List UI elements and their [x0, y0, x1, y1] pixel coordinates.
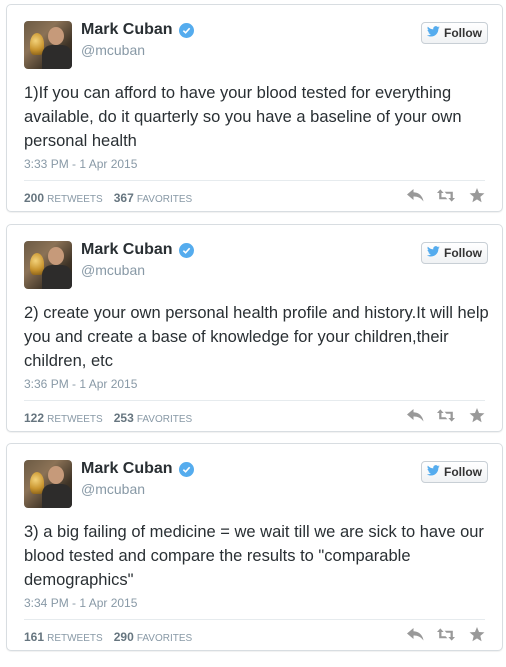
author-handle[interactable]: @mcuban: [81, 262, 145, 278]
follow-label: Follow: [444, 465, 482, 479]
follow-label: Follow: [444, 26, 482, 40]
follow-label: Follow: [444, 246, 482, 260]
follow-button[interactable]: Follow: [421, 22, 488, 44]
tweet-text: 1)If you can afford to have your blood t…: [24, 84, 462, 150]
star-icon[interactable]: [468, 625, 486, 643]
retweet-count-label: RETWEETS: [47, 194, 103, 205]
tweet-actions: [406, 406, 486, 424]
follow-button[interactable]: Follow: [421, 461, 488, 483]
author-name-row[interactable]: Mark Cuban: [81, 460, 194, 478]
verified-badge-icon: [178, 242, 194, 258]
tweet-actions: [406, 186, 486, 204]
author-name-row[interactable]: Mark Cuban: [81, 241, 194, 259]
retweet-count[interactable]: 200: [24, 191, 44, 205]
divider: [24, 400, 485, 401]
tweet-stats: 161 RETWEETS 290 FAVORITES: [24, 630, 200, 644]
tweet-stats: 122 RETWEETS 253 FAVORITES: [24, 411, 200, 425]
avatar[interactable]: [24, 460, 72, 508]
favorite-count[interactable]: 367: [114, 191, 134, 205]
reply-icon[interactable]: [406, 406, 424, 424]
reply-icon[interactable]: [406, 625, 424, 643]
author-name[interactable]: Mark Cuban: [81, 460, 173, 478]
retweet-count-label: RETWEETS: [47, 633, 103, 644]
favorite-count[interactable]: 253: [114, 411, 134, 425]
favorite-count-label: FAVORITES: [136, 194, 193, 205]
twitter-bird-icon: [426, 465, 440, 479]
tweet-card: Mark Cuban @mcuban Follow 3) a big faili…: [6, 443, 503, 651]
avatar[interactable]: [24, 241, 72, 289]
follow-button[interactable]: Follow: [421, 242, 488, 264]
twitter-bird-icon: [426, 246, 440, 260]
twitter-bird-icon: [426, 26, 440, 40]
retweet-count-label: RETWEETS: [47, 414, 103, 425]
tweet-timestamp[interactable]: 3:33 PM - 1 Apr 2015: [24, 157, 137, 171]
favorite-count-label: FAVORITES: [136, 633, 193, 644]
tweet-timestamp[interactable]: 3:34 PM - 1 Apr 2015: [24, 596, 137, 610]
tweet-stats: 200 RETWEETS 367 FAVORITES: [24, 191, 200, 205]
tweet-card: Mark Cuban @mcuban Follow 1)If you can a…: [6, 4, 503, 212]
author-handle[interactable]: @mcuban: [81, 481, 145, 497]
favorite-count[interactable]: 290: [114, 630, 134, 644]
retweet-icon[interactable]: [437, 406, 455, 424]
verified-badge-icon: [178, 22, 194, 38]
author-handle[interactable]: @mcuban: [81, 42, 145, 58]
avatar[interactable]: [24, 21, 72, 69]
retweet-icon[interactable]: [437, 186, 455, 204]
favorite-count-label: FAVORITES: [136, 414, 193, 425]
tweet-text: 2) create your own personal health profi…: [24, 304, 489, 370]
author-name-row[interactable]: Mark Cuban: [81, 21, 194, 39]
author-name[interactable]: Mark Cuban: [81, 241, 173, 259]
tweet-feed: Mark Cuban @mcuban Follow 1)If you can a…: [0, 0, 506, 667]
divider: [24, 180, 485, 181]
divider: [24, 619, 485, 620]
verified-badge-icon: [178, 461, 194, 477]
tweet-timestamp[interactable]: 3:36 PM - 1 Apr 2015: [24, 377, 137, 391]
reply-icon[interactable]: [406, 186, 424, 204]
tweet-actions: [406, 625, 486, 643]
tweet-card: Mark Cuban @mcuban Follow 2) create your…: [6, 224, 503, 432]
star-icon[interactable]: [468, 406, 486, 424]
retweet-count[interactable]: 161: [24, 630, 44, 644]
retweet-count[interactable]: 122: [24, 411, 44, 425]
retweet-icon[interactable]: [437, 625, 455, 643]
author-name[interactable]: Mark Cuban: [81, 21, 173, 39]
tweet-text: 3) a big failing of medicine = we wait t…: [24, 523, 484, 589]
star-icon[interactable]: [468, 186, 486, 204]
